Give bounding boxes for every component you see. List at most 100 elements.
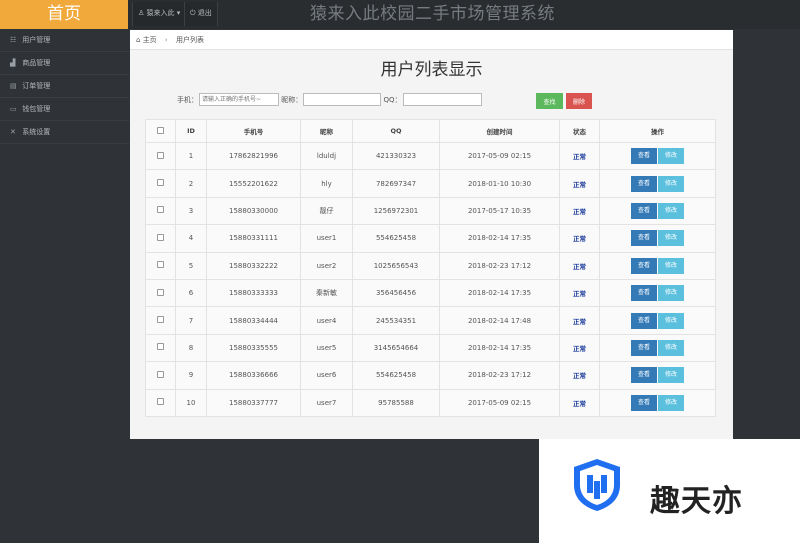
status-badge: 正常 — [573, 180, 586, 189]
chart-icon: ▟ — [10, 59, 16, 67]
status-badge: 正常 — [573, 372, 586, 381]
logout-button[interactable]: ⏻ 退出 — [184, 2, 218, 26]
row-checkbox[interactable] — [157, 261, 164, 269]
row-checkbox[interactable] — [157, 370, 164, 378]
cell-created: 2018-02-14 17:48 — [439, 306, 560, 335]
row-checkbox[interactable] — [157, 343, 164, 351]
sidebar-item-users[interactable]: ☷ 用户管理 — [0, 29, 129, 52]
status-badge: 正常 — [573, 235, 586, 244]
row-checkbox[interactable] — [157, 398, 164, 406]
edit-button[interactable]: 修改 — [658, 394, 684, 411]
cell-actions: 查看 修改 — [599, 196, 716, 226]
sidebar: ☷ 用户管理 ▟ 商品管理 ▤ 订单管理 ▭ 钱包管理 ✕ 系统设置 — [0, 29, 129, 543]
status-badge: 正常 — [573, 317, 586, 326]
sidebar-item-settings[interactable]: ✕ 系统设置 — [0, 121, 129, 144]
users-icon: ☷ — [10, 36, 17, 44]
find-button[interactable]: 查找 — [536, 93, 563, 109]
edit-button[interactable]: 修改 — [658, 285, 684, 302]
cell-qq: 782697347 — [352, 169, 440, 198]
select-all-checkbox[interactable] — [157, 126, 164, 134]
cell-phone: 17862821996 — [206, 141, 301, 171]
nickname-label: 昵称： — [281, 95, 303, 104]
view-button[interactable]: 查看 — [631, 175, 657, 192]
cell-created: 2018-02-14 17:35 — [439, 278, 560, 308]
cell-qq: 356456456 — [352, 278, 440, 308]
table-row: 2 15552201622 hly 782697347 2018-01-10 10:30… — [145, 169, 716, 198]
row-checkbox[interactable] — [157, 151, 164, 159]
cell-created: 2017-05-09 02:15 — [439, 141, 560, 171]
watermark-text: 趣天亦 — [650, 484, 743, 519]
edit-button[interactable]: 修改 — [658, 202, 684, 219]
row-checkbox[interactable] — [157, 233, 164, 241]
cell-nickname: hly — [300, 169, 353, 198]
edit-button[interactable]: 修改 — [658, 339, 684, 356]
cell-actions: 查看 修改 — [599, 333, 716, 363]
cell-nickname: user7 — [300, 388, 353, 417]
edit-button[interactable]: 修改 — [658, 148, 684, 165]
view-button[interactable]: 查看 — [631, 367, 657, 384]
row-checkbox[interactable] — [157, 288, 164, 296]
edit-button[interactable]: 修改 — [658, 257, 684, 274]
edit-button[interactable]: 修改 — [658, 175, 684, 192]
row-checkbox[interactable] — [157, 316, 164, 324]
sidebar-item-label: 系统设置 — [22, 128, 51, 136]
list-icon: ▤ — [10, 82, 17, 90]
column-header: 创建时间 — [439, 119, 560, 143]
cell-id: 5 — [175, 251, 207, 280]
cell-phone: 15880331111 — [206, 224, 301, 253]
table-row: 9 15880336666 user6 554625458 2018-02-23 17:… — [145, 361, 716, 390]
sidebar-item-label: 用户管理 — [22, 36, 51, 44]
view-button[interactable]: 查看 — [631, 202, 657, 219]
column-header: 状态 — [559, 119, 600, 143]
edit-button[interactable]: 修改 — [658, 367, 684, 384]
sidebar-item-orders[interactable]: ▤ 订单管理 — [0, 75, 129, 98]
phone-input[interactable] — [199, 93, 279, 106]
edit-button[interactable]: 修改 — [658, 312, 684, 329]
cell-qq: 554625458 — [352, 224, 440, 253]
qq-input[interactable] — [402, 93, 482, 106]
cell-nickname: 秦新敏 — [300, 278, 353, 308]
status-badge: 正常 — [573, 153, 586, 162]
cell-id: 4 — [175, 224, 207, 253]
cell-status: 正常 — [559, 278, 600, 308]
cell-nickname: user5 — [300, 333, 353, 363]
cell-nickname: lduldj — [300, 141, 353, 171]
row-checkbox[interactable] — [157, 206, 164, 214]
view-button[interactable]: 查看 — [631, 285, 657, 302]
edit-button[interactable]: 修改 — [658, 230, 684, 247]
chevron-right-icon: › — [164, 36, 168, 44]
cell-status: 正常 — [559, 361, 600, 390]
view-button[interactable]: 查看 — [631, 257, 657, 274]
breadcrumb-current: 用户列表 — [175, 36, 204, 44]
sidebar-item-wallet[interactable]: ▭ 钱包管理 — [0, 98, 129, 121]
cell-nickname: 靓仔 — [300, 196, 353, 226]
cell-created: 2017-05-09 02:15 — [439, 388, 560, 417]
delete-button[interactable]: 删除 — [566, 93, 592, 109]
view-button[interactable]: 查看 — [631, 312, 657, 329]
nickname-input[interactable] — [303, 93, 382, 106]
sidebar-item-goods[interactable]: ▟ 商品管理 — [0, 52, 129, 75]
user-table: ID 手机号 昵称 QQ 创建时间 状态 操作 1 17862821996 ldul… — [145, 119, 716, 417]
cell-actions: 查看 修改 — [599, 251, 716, 280]
table-header-row: ID 手机号 昵称 QQ 创建时间 状态 操作 — [145, 119, 716, 143]
row-checkbox[interactable] — [157, 179, 164, 187]
row-select-cell — [145, 388, 176, 417]
view-button[interactable]: 查看 — [631, 339, 657, 356]
user-menu-button[interactable]: ♙ 猿来入此 ▾ — [132, 2, 187, 26]
view-button[interactable]: 查看 — [631, 394, 657, 411]
breadcrumb-home[interactable]: 主页 — [143, 36, 157, 44]
table-row: 1 17862821996 lduldj 421330323 2017-05-09 02… — [145, 141, 716, 171]
page-title: 用户列表显示 — [380, 60, 483, 80]
view-button[interactable]: 查看 — [631, 230, 657, 247]
top-bar: 首页 ♙ 猿来入此 ▾ ⏻ 退出 猿来入此校园二手市场管理系统 — [0, 0, 800, 29]
view-button[interactable]: 查看 — [631, 148, 657, 165]
cell-actions: 查看 修改 — [599, 141, 716, 171]
column-header: QQ — [352, 119, 440, 143]
status-badge: 正常 — [573, 344, 586, 353]
qq-label: QQ： — [383, 95, 402, 104]
cell-qq: 421330323 — [352, 141, 440, 171]
row-select-cell — [145, 141, 176, 171]
logo-home[interactable]: 首页 — [0, 0, 128, 29]
cell-qq: 245534351 — [352, 306, 440, 335]
cell-phone: 15552201622 — [206, 169, 301, 198]
